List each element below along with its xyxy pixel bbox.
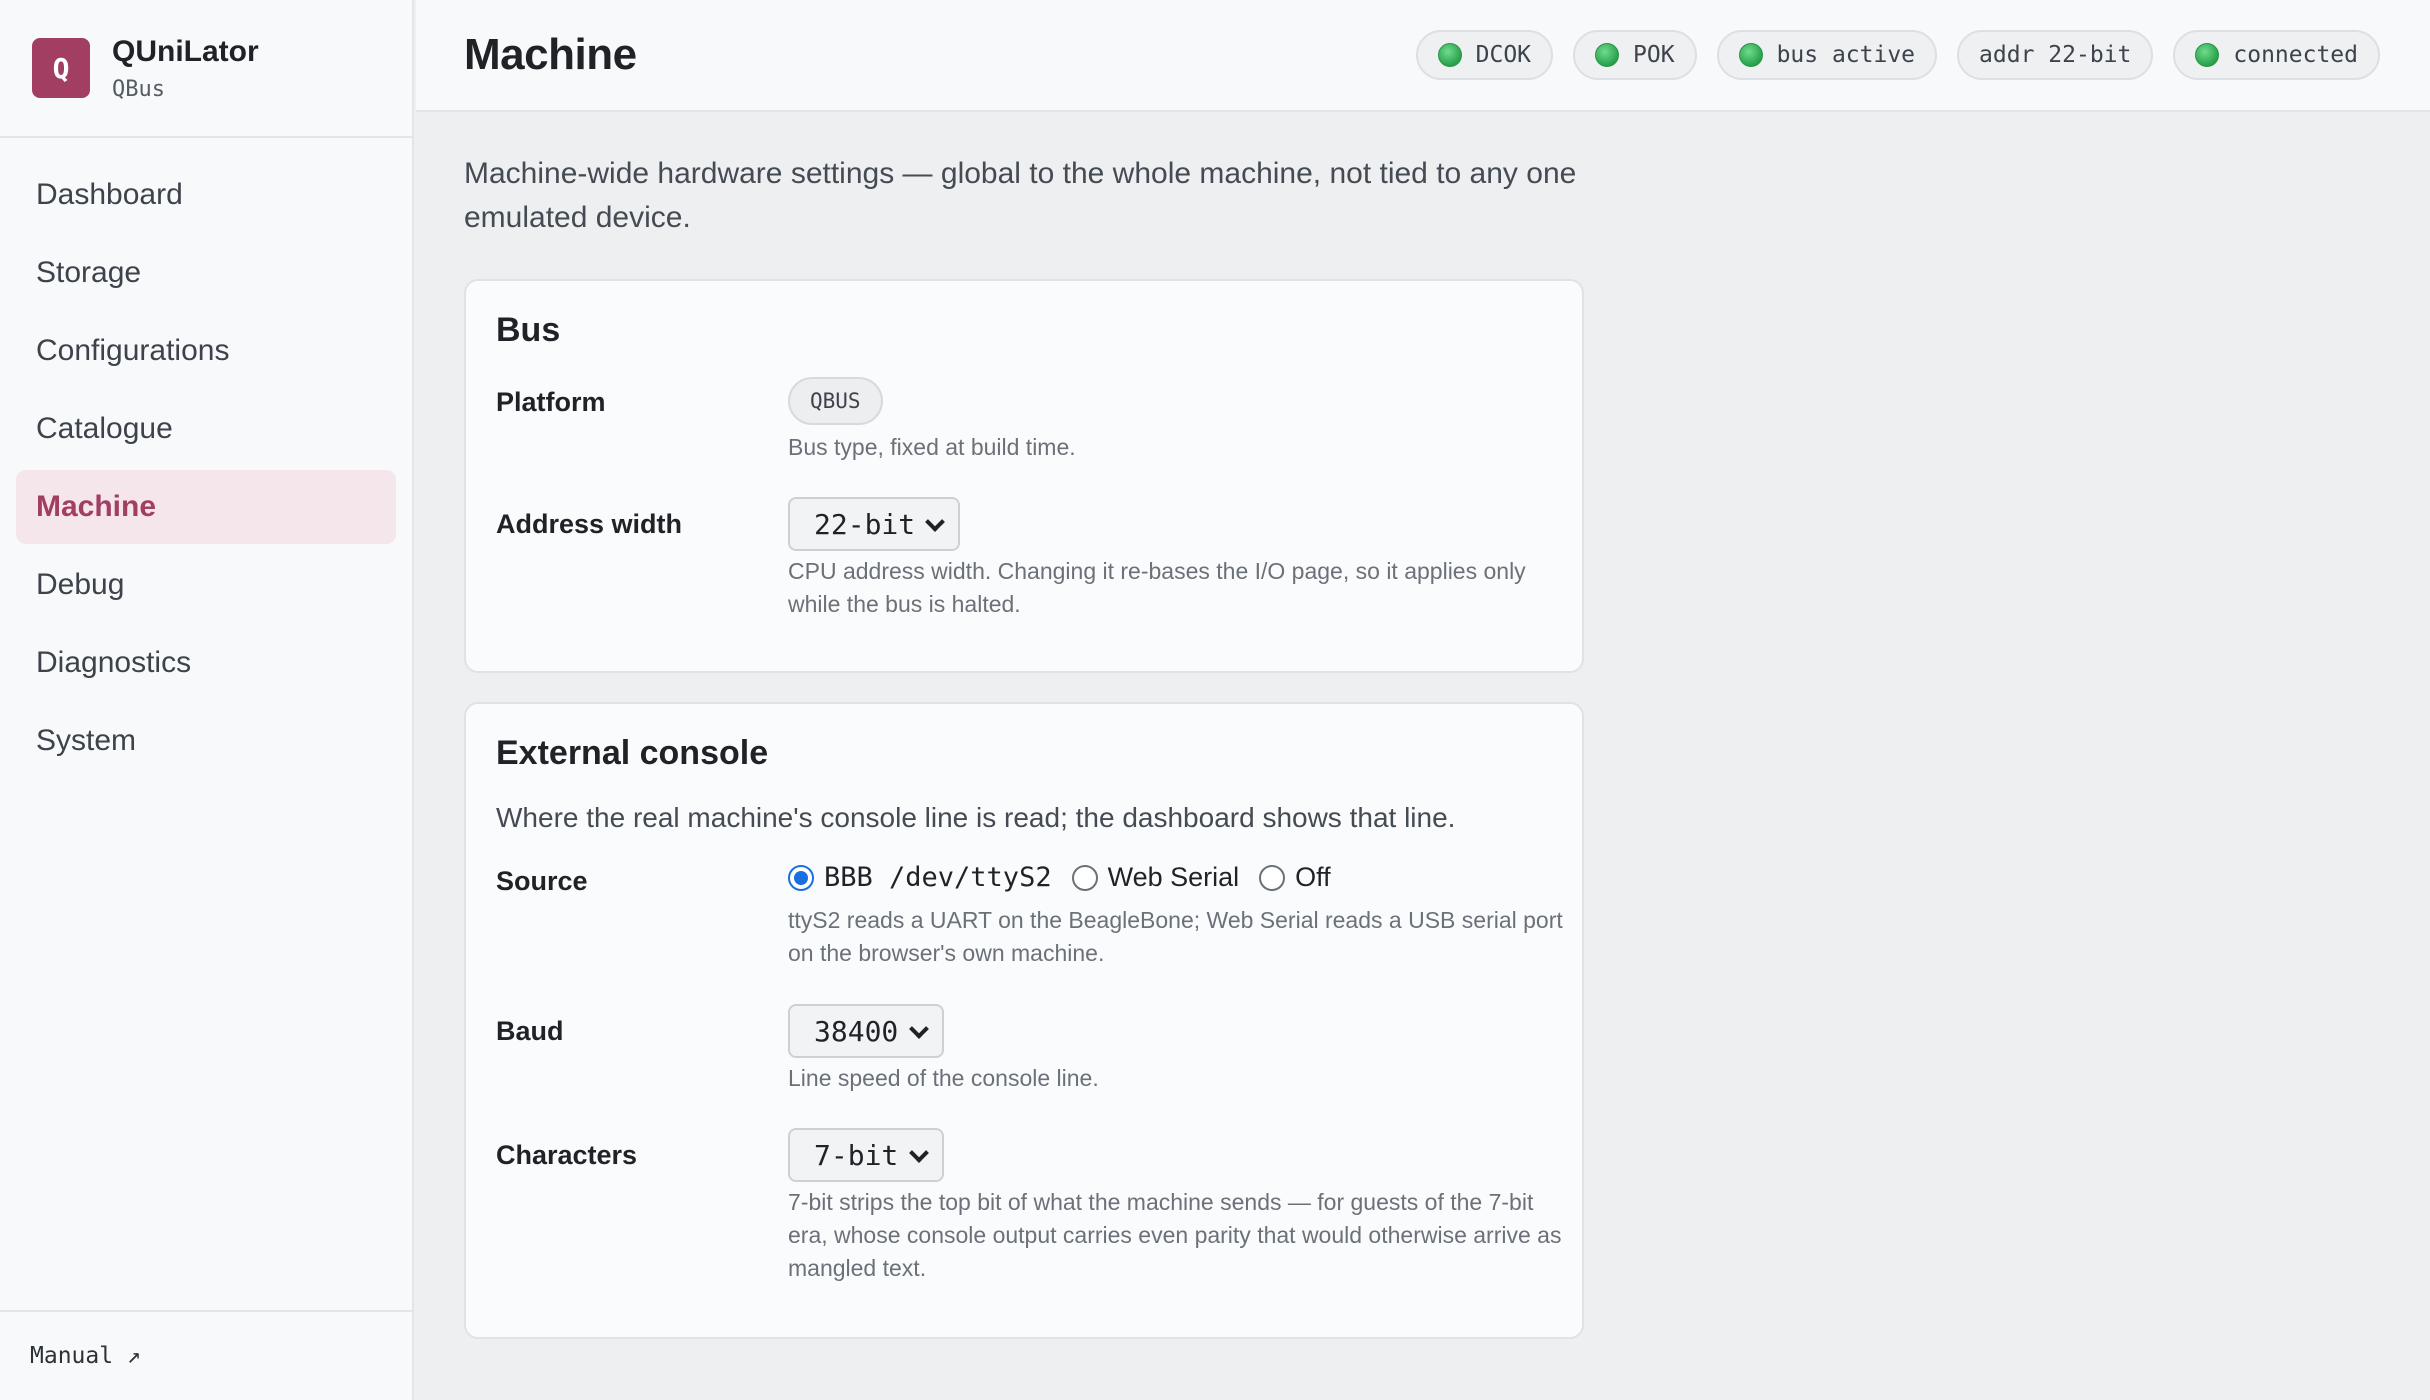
sidebar-item-system[interactable]: System [16, 704, 396, 778]
intro-text: Machine-wide hardware settings — global … [464, 157, 1577, 234]
source-radio-group: BBB /dev/ttyS2 Web Serial Off [788, 862, 1351, 893]
source-option-label[interactable]: Web Serial [1108, 862, 1240, 893]
status-indicator-icon [1437, 43, 1462, 67]
source-radio-off[interactable] [1259, 864, 1286, 891]
platform-badge: QBUS [788, 377, 883, 425]
sidebar-item-catalogue[interactable]: Catalogue [16, 392, 396, 466]
top-bar: Machine DCOK POK bus active addr 22-bit … [416, 0, 2430, 112]
bus-card: Bus Platform QBUS Bus type, fixed at bui… [464, 279, 1584, 673]
characters-select[interactable]: 7-bit [788, 1128, 944, 1182]
sidebar: Q QUniLator QBus Dashboard Storage Confi… [0, 0, 414, 1400]
manual-link[interactable]: Manual ↗ [0, 1310, 412, 1400]
app-name: QUniLator [112, 34, 259, 68]
sidebar-nav: Dashboard Storage Configurations Catalog… [0, 138, 412, 778]
source-radio-web-serial[interactable] [1071, 864, 1098, 891]
bus-card-title: Bus [496, 311, 561, 349]
brand: Q QUniLator QBus [0, 0, 412, 138]
source-option-label[interactable]: BBB /dev/ttyS2 [824, 862, 1052, 893]
sidebar-item-machine[interactable]: Machine [16, 470, 396, 544]
status-chip-pok: POK [1573, 30, 1697, 80]
characters-help: 7-bit strips the top bit of what the mac… [788, 1189, 1562, 1281]
status-indicator-icon [1738, 43, 1763, 67]
console-description: Where the real machine's console line is… [496, 802, 1456, 833]
sidebar-item-debug[interactable]: Debug [16, 548, 396, 622]
sidebar-item-dashboard[interactable]: Dashboard [16, 158, 396, 232]
platform-help: Bus type, fixed at build time. [788, 434, 1076, 460]
status-chips: DCOK POK bus active addr 22-bit connecte… [1415, 30, 2380, 80]
baud-select[interactable]: 38400 [788, 1004, 944, 1058]
sidebar-item-diagnostics[interactable]: Diagnostics [16, 626, 396, 700]
source-label: Source [496, 866, 588, 896]
baud-label: Baud [496, 1016, 564, 1046]
sidebar-item-storage[interactable]: Storage [16, 236, 396, 310]
chevron-down-icon [925, 512, 945, 532]
chevron-down-icon [909, 1019, 929, 1039]
status-indicator-icon [1595, 43, 1620, 67]
console-card-title: External console [496, 734, 769, 772]
characters-label: Characters [496, 1140, 638, 1170]
status-chip-bus-active: bus active [1716, 30, 1938, 80]
main-content: Machine-wide hardware settings — global … [464, 152, 1584, 240]
address-width-label: Address width [496, 509, 683, 539]
page-title: Machine [464, 30, 637, 79]
status-chip-dcok: DCOK [1415, 30, 1554, 80]
app-logo: Q [32, 38, 90, 98]
status-chip-address: addr 22-bit [1957, 30, 2154, 80]
chevron-down-icon [909, 1143, 929, 1163]
external-console-card: External console Where the real machine'… [464, 702, 1584, 1339]
baud-help: Line speed of the console line. [788, 1065, 1099, 1091]
app-subtitle: QBus [112, 76, 165, 102]
status-indicator-icon [2195, 43, 2220, 67]
source-option-label[interactable]: Off [1295, 862, 1331, 893]
source-radio-ttys2[interactable] [788, 864, 814, 891]
source-help: ttyS2 reads a UART on the BeagleBone; We… [788, 907, 1563, 966]
platform-label: Platform [496, 387, 606, 417]
status-chip-connected: connected [2173, 30, 2380, 80]
address-width-help: CPU address width. Changing it re-bases … [788, 558, 1526, 617]
sidebar-item-configurations[interactable]: Configurations [16, 314, 396, 388]
address-width-select[interactable]: 22-bit [788, 497, 960, 551]
